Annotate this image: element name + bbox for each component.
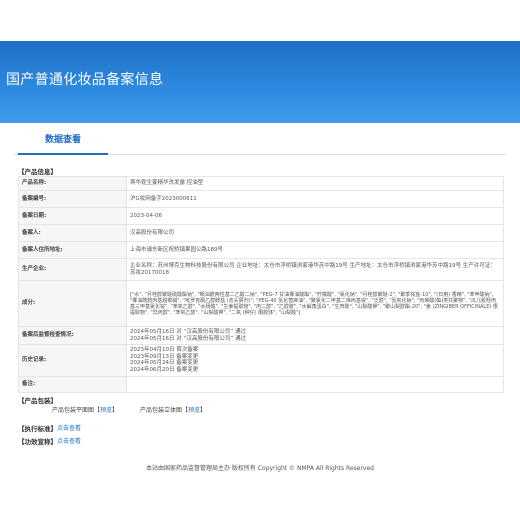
header-banner: 国产普通化妆品备案信息 — [0, 41, 520, 123]
table-row: 备案人住所地址: 上海市浦东新区祝桥镇果园公路189号 — [18, 241, 504, 259]
field-label: 历史记录: — [18, 344, 127, 377]
field-value — [126, 375, 504, 393]
field-value: 燕华霆生姜精华洗发露 控油型 — [126, 176, 504, 191]
report-header: 【功效宣称】 — [18, 438, 57, 446]
field-label: 备案人住所地址: — [18, 241, 127, 259]
field-label: 备注: — [18, 375, 127, 393]
package-header: 【产品包装】 — [18, 397, 57, 405]
field-value: 2023-04-06 — [126, 207, 504, 225]
table-row: 成分: ["水", "月桂醇聚醚硫酸酯钠", "椰油酰两性基二乙酸二钠", "P… — [18, 280, 504, 327]
table-row: 生产企业: 企业名称：苏州博克生物科技股份有限公司 企业地址：太仓市浮桥镇浏家港… — [18, 258, 504, 281]
field-value: 企业名称：苏州博克生物科技股份有限公司 企业地址：太仓市浮桥镇浏家港华苏中路19… — [126, 258, 504, 281]
package-solid-label: 产品包装立体图 — [140, 407, 183, 414]
package-flat-item: 产品包装平面图【预览】 — [52, 407, 119, 414]
standard-header: 【执行标准】 — [18, 425, 57, 433]
standard-view-link[interactable]: 点击查看 — [57, 423, 81, 432]
footer-copyright: 本站由国家药品监督管理局主办 版权所有 Copyright © NMPA All… — [146, 465, 374, 472]
table-row: 备案人: 汉高股份有限公司 — [18, 224, 504, 242]
field-value: 2023年04月10日 首次备案 2023年09月13日 备案变更 2024年0… — [126, 344, 504, 377]
tab-data-view[interactable]: 数据查看 — [18, 127, 108, 155]
table-row: 备注: — [18, 375, 504, 393]
field-value: ["水", "月桂醇聚醚硫酸酯钠", "椰油酰两性基二乙酸二钠", "PEG-7… — [126, 280, 504, 327]
field-value: 上海市浦东新区祝桥镇果园公路189号 — [126, 241, 504, 259]
page-title: 国产普通化妆品备案信息 — [6, 72, 164, 88]
table-row: 产品名称: 燕华霆生姜精华洗发露 控油型 — [18, 176, 504, 191]
field-label: 备案后监督检查情况: — [18, 325, 127, 346]
package-flat-preview-link[interactable]: 预览 — [100, 407, 112, 414]
field-label: 备案编号: — [18, 190, 127, 208]
tab-bar: 数据查看 — [14, 127, 506, 155]
field-value: 汉高股份有限公司 — [126, 224, 504, 242]
field-label: 成分: — [18, 280, 127, 327]
field-label: 产品名称: — [18, 176, 127, 191]
field-label: 备案人: — [18, 224, 127, 242]
field-label: 生产企业: — [18, 258, 127, 281]
package-solid-preview-link[interactable]: 预览 — [188, 407, 200, 414]
package-flat-label: 产品包装平面图 — [52, 407, 95, 414]
report-view-link[interactable]: 点击查看 — [57, 436, 81, 445]
product-info-table: 产品名称: 燕华霆生姜精华洗发露 控油型 备案编号: 沪G妆网备字2023000… — [18, 176, 504, 393]
field-value: 沪G妆网备字2023000611 — [126, 190, 504, 208]
field-label: 备案日期: — [18, 207, 127, 225]
table-row: 历史记录: 2023年04月10日 首次备案 2023年09月13日 备案变更 … — [18, 344, 504, 377]
package-solid-item: 产品包装立体图【预览】 — [140, 407, 207, 414]
table-row: 备案后监督检查情况: 2024年05月16日 对 “汉高股份有限公司” 通过 2… — [18, 325, 504, 346]
table-row: 备案编号: 沪G妆网备字2023000611 — [18, 190, 504, 208]
table-row: 备案日期: 2023-04-06 — [18, 207, 504, 225]
product-info-header: 【产品信息】 — [18, 168, 57, 176]
field-value: 2024年05月16日 对 “汉高股份有限公司” 通过 2024年05月16日 … — [126, 325, 504, 346]
